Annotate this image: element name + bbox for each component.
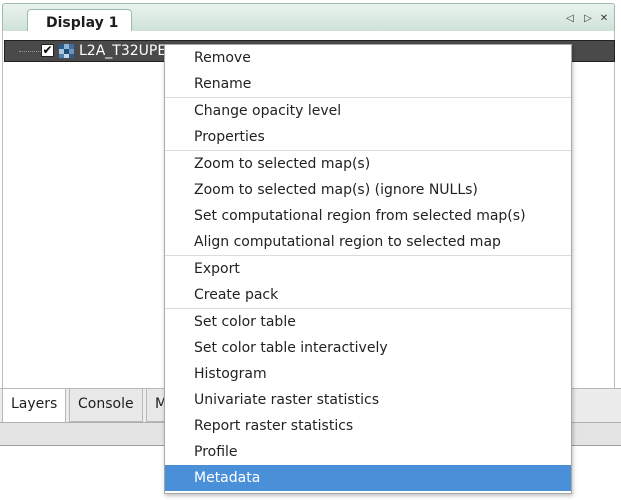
menu-item-report-stats[interactable]: Report raster statistics xyxy=(165,413,571,439)
tab-layers[interactable]: Layers xyxy=(2,389,67,423)
menu-group-raster: Set color table Set color table interact… xyxy=(165,309,571,491)
menu-group-zoom: Zoom to selected map(s) Zoom to selected… xyxy=(165,151,571,256)
menu-item-align-region[interactable]: Align computational region to selected m… xyxy=(165,229,571,255)
menu-group-basic: Remove Rename xyxy=(165,45,571,98)
close-icon[interactable]: ✕ xyxy=(597,12,611,26)
layer-visibility-checkbox[interactable]: ✔ xyxy=(41,44,54,57)
layer-context-menu: Remove Rename Change opacity level Prope… xyxy=(164,44,572,494)
tree-connector-line xyxy=(19,51,41,52)
menu-group-export: Export Create pack xyxy=(165,256,571,309)
menu-item-set-region[interactable]: Set computational region from selected m… xyxy=(165,203,571,229)
menu-item-export[interactable]: Export xyxy=(165,256,571,282)
menu-item-properties[interactable]: Properties xyxy=(165,124,571,150)
scroll-right-icon[interactable]: ▷ xyxy=(581,12,595,26)
menu-item-create-pack[interactable]: Create pack xyxy=(165,282,571,308)
menu-group-opacity: Change opacity level Properties xyxy=(165,98,571,151)
menu-item-profile[interactable]: Profile xyxy=(165,439,571,465)
menu-item-remove[interactable]: Remove xyxy=(165,45,571,71)
menu-item-change-opacity[interactable]: Change opacity level xyxy=(165,98,571,124)
menu-item-rename[interactable]: Rename xyxy=(165,71,571,97)
menu-item-set-color-table[interactable]: Set color table xyxy=(165,309,571,335)
menu-item-zoom-selected[interactable]: Zoom to selected map(s) xyxy=(165,151,571,177)
display-notebook-header: Display 1 ◁ ▷ ✕ xyxy=(2,3,615,37)
layer-name-label: L2A_T32UPE xyxy=(79,43,167,59)
tab-console[interactable]: Console xyxy=(69,389,143,422)
menu-item-histogram[interactable]: Histogram xyxy=(165,361,571,387)
raster-map-icon xyxy=(59,44,75,58)
menu-item-zoom-ignore-nulls[interactable]: Zoom to selected map(s) (ignore NULLs) xyxy=(165,177,571,203)
menu-item-univariate-stats[interactable]: Univariate raster statistics xyxy=(165,387,571,413)
menu-item-color-table-interactive[interactable]: Set color table interactively xyxy=(165,335,571,361)
menu-item-metadata[interactable]: Metadata xyxy=(165,465,571,491)
scroll-left-icon[interactable]: ◁ xyxy=(563,12,577,26)
